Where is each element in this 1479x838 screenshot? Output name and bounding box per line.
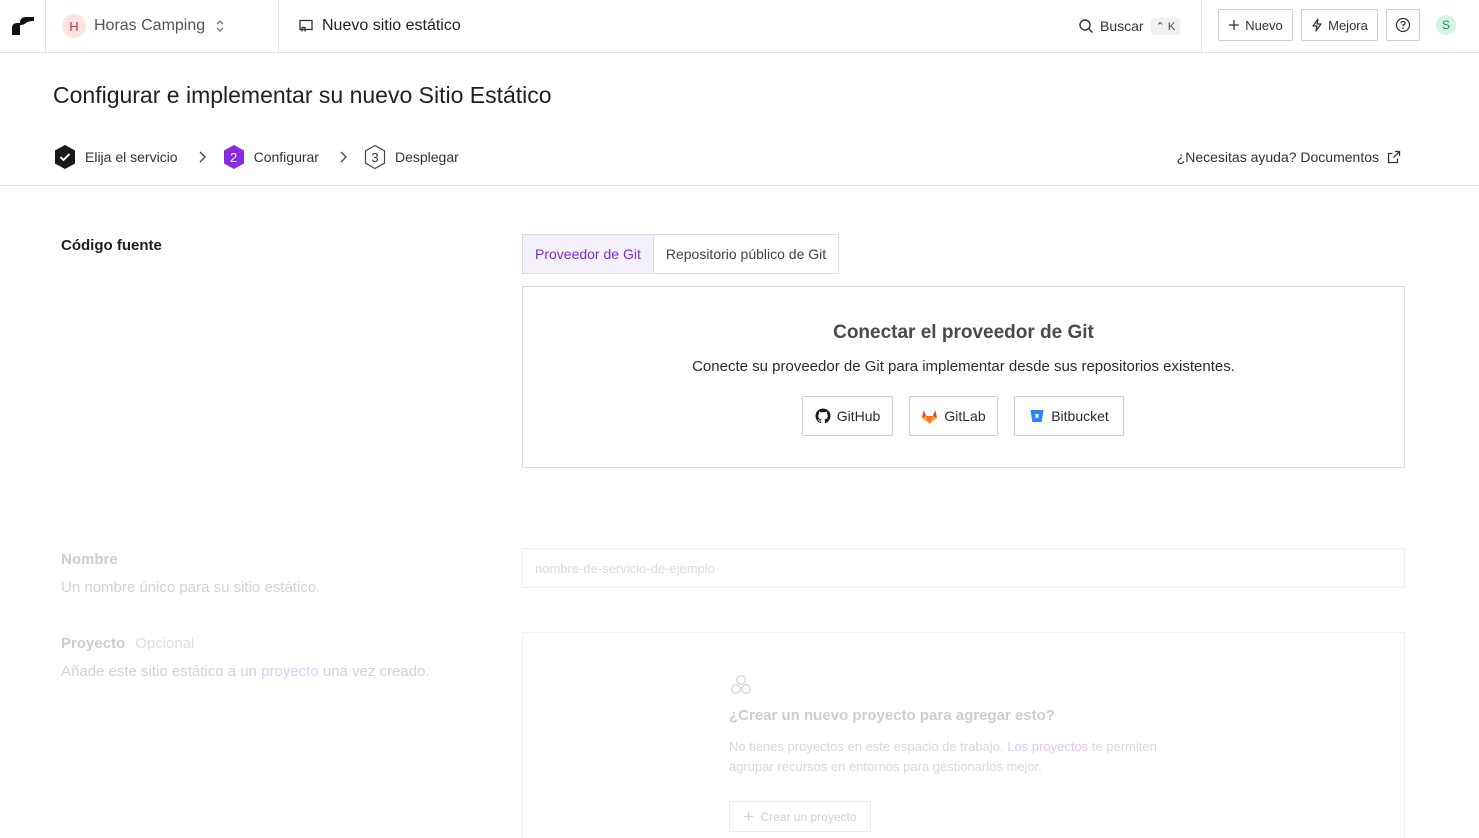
top-bar: H Horas Camping Nuevo sitio estático Bus… (0, 0, 1479, 53)
tab-public-git-repo[interactable]: Repositorio público de Git (654, 235, 838, 273)
new-label: Nuevo (1245, 17, 1283, 33)
project-label: Proyecto (61, 635, 126, 652)
docs-link-label: ¿Necesitas ayuda? Documentos (1176, 149, 1379, 165)
page-title: Configurar e implementar su nuevo Sitio … (53, 82, 552, 108)
bitbucket-label: Bitbucket (1051, 408, 1109, 424)
plus-icon (743, 811, 754, 822)
breadcrumb-label: Nuevo sitio estático (322, 17, 461, 34)
step-number: 3 (371, 149, 379, 165)
project-link[interactable]: proyecto (261, 663, 319, 680)
step-choose-service[interactable]: Elija el servicio (53, 144, 178, 170)
source-tabs: Proveedor de Git Repositorio público de … (522, 234, 840, 274)
stepper: Elija el servicio 2 Configurar 3 Despleg… (53, 143, 459, 171)
project-label-row: Proyecto Opcional (61, 635, 194, 652)
optional-tag: Opcional (135, 635, 195, 652)
upgrade-button[interactable]: Mejora (1301, 9, 1378, 41)
step-configure[interactable]: 2 Configurar (222, 144, 319, 170)
connect-git-description: Conecte su proveedor de Git para impleme… (692, 358, 1235, 375)
github-label: GitHub (836, 408, 881, 424)
tab-git-provider[interactable]: Proveedor de Git (523, 235, 654, 273)
bitbucket-icon (1029, 408, 1045, 424)
search-label: Buscar (1100, 18, 1144, 34)
topbar-divider (1201, 0, 1202, 52)
step-label: Desplegar (394, 149, 459, 165)
chevron-right-icon (339, 151, 347, 163)
step-label: Elija el servicio (85, 149, 178, 165)
projects-link[interactable]: Los proyectos (1007, 739, 1088, 754)
project-desc-text: una vez creado. (318, 663, 430, 680)
question-icon (1395, 17, 1411, 33)
upgrade-label: Mejora (1328, 17, 1368, 33)
chevron-up-down-icon (215, 19, 225, 33)
search-icon (1078, 18, 1094, 34)
create-project-label: Crear un proyecto (760, 809, 857, 824)
bitbucket-button[interactable]: Bitbucket (1014, 396, 1124, 436)
lightning-icon (1311, 18, 1323, 32)
step-number-hexagon-icon: 3 (363, 144, 387, 170)
docs-link[interactable]: ¿Necesitas ayuda? Documentos (1177, 149, 1401, 165)
workspace-avatar: H (62, 14, 86, 38)
search-button[interactable]: Buscar ⌃ K (1078, 0, 1181, 52)
project-circles-icon (730, 674, 752, 696)
name-description: Un nombre único para su sitio estático. (61, 579, 321, 596)
step-number-hexagon-icon: 2 (222, 144, 246, 170)
create-project-description: No tienes proyectos en este espacio de t… (729, 737, 1199, 777)
project-empty-panel (522, 632, 1405, 838)
workspace-name: Horas Camping (94, 17, 206, 34)
new-button[interactable]: Nuevo (1218, 9, 1293, 41)
help-button[interactable] (1386, 9, 1420, 41)
header-divider (0, 185, 1479, 186)
gitlab-button[interactable]: GitLab (909, 396, 998, 436)
external-link-icon (1387, 150, 1401, 164)
source-code-label: Código fuente (61, 237, 162, 254)
workspace-switcher[interactable]: H Horas Camping (46, 0, 279, 52)
plus-icon (1228, 19, 1240, 31)
create-project-button[interactable]: Crear un proyecto (729, 801, 871, 832)
gitlab-label: GitLab (944, 408, 986, 424)
create-project-title: ¿Crear un nuevo proyecto para agregar es… (729, 707, 1055, 724)
step-label: Configurar (253, 149, 319, 165)
git-provider-panel: Conectar el proveedor de Git Conecte su … (522, 286, 1405, 468)
step-number: 2 (229, 149, 238, 165)
check-hexagon-icon (53, 144, 77, 170)
github-icon (815, 408, 831, 424)
gitlab-icon (921, 408, 938, 424)
step-deploy[interactable]: 3 Desplegar (363, 144, 459, 170)
search-shortcut: ⌃ K (1150, 17, 1181, 35)
chevron-right-icon (198, 151, 206, 163)
user-avatar[interactable]: S (1436, 15, 1456, 35)
project-desc-text: Añade este sitio estático a un (61, 663, 262, 680)
connect-git-title: Conectar el proveedor de Git (833, 322, 1094, 343)
breadcrumb: Nuevo sitio estático (298, 0, 461, 52)
github-button[interactable]: GitHub (802, 396, 893, 436)
name-label: Nombre (61, 551, 118, 568)
empty-desc-text: No tienes proyectos en este espacio de t… (729, 739, 1008, 754)
logo-icon (11, 17, 34, 35)
render-logo[interactable] (0, 0, 46, 52)
static-site-icon (298, 18, 314, 34)
project-description: Añade este sitio estático a un proyecto … (61, 663, 430, 680)
service-name-input[interactable] (522, 548, 1405, 588)
